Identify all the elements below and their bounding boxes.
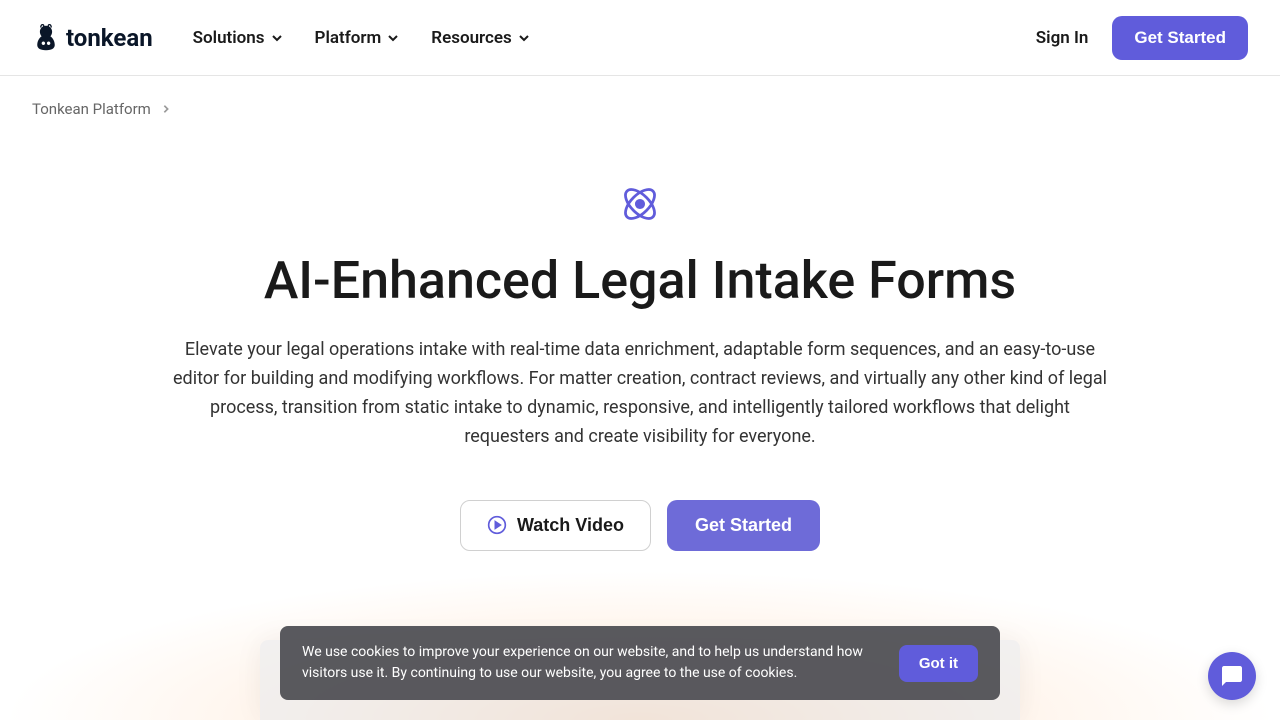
cookie-accept-button[interactable]: Got it [899, 645, 978, 682]
breadcrumb: Tonkean Platform [0, 76, 1280, 142]
logo-text: tonkean [66, 24, 153, 52]
nav-label: Resources [431, 28, 512, 48]
hero-section: AI-Enhanced Legal Intake Forms Elevate y… [0, 142, 1280, 551]
play-icon [487, 515, 507, 535]
signin-link[interactable]: Sign In [1036, 28, 1089, 48]
page-title: AI-Enhanced Legal Intake Forms [80, 250, 1200, 312]
chevron-down-icon [271, 32, 283, 44]
nav-solutions[interactable]: Solutions [193, 28, 283, 48]
cookie-text: We use cookies to improve your experienc… [302, 642, 879, 684]
breadcrumb-item[interactable]: Tonkean Platform [32, 100, 151, 118]
site-header: tonkean Solutions Platform Resources Sig… [0, 0, 1280, 76]
chevron-down-icon [518, 32, 530, 44]
watch-video-button[interactable]: Watch Video [460, 500, 651, 551]
get-started-button[interactable]: Get Started [1112, 16, 1248, 60]
nav-label: Platform [315, 28, 382, 48]
hero-description: Elevate your legal operations intake wit… [170, 336, 1110, 451]
header-left: tonkean Solutions Platform Resources [32, 24, 530, 52]
chat-icon [1220, 664, 1244, 688]
cookie-banner: We use cookies to improve your experienc… [280, 626, 1000, 700]
hero-get-started-button[interactable]: Get Started [667, 500, 820, 551]
chevron-down-icon [387, 32, 399, 44]
logo[interactable]: tonkean [32, 24, 153, 52]
chat-widget[interactable] [1208, 652, 1256, 700]
logo-icon [32, 24, 60, 52]
header-right: Sign In Get Started [1036, 16, 1248, 60]
chevron-right-icon [161, 104, 171, 114]
hero-icon [618, 182, 662, 226]
watch-video-label: Watch Video [517, 515, 624, 536]
hero-buttons: Watch Video Get Started [80, 500, 1200, 551]
nav-label: Solutions [193, 28, 265, 48]
nav-resources[interactable]: Resources [431, 28, 530, 48]
main-nav: Solutions Platform Resources [193, 28, 530, 48]
nav-platform[interactable]: Platform [315, 28, 400, 48]
